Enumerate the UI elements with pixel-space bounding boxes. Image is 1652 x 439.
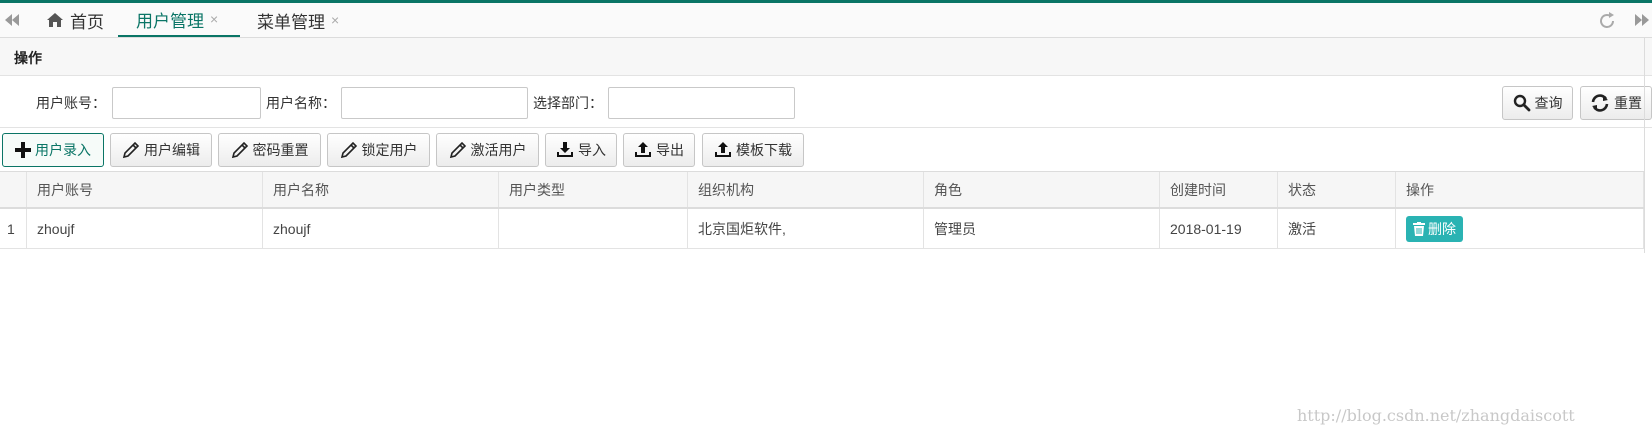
cell-account: zhoujf xyxy=(27,209,263,248)
department-input[interactable] xyxy=(608,87,795,119)
account-input[interactable] xyxy=(112,87,261,119)
home-icon xyxy=(47,13,63,27)
tab-bar: 首页 用户管理 × 菜单管理 × xyxy=(0,0,1652,38)
button-label: 重置 xyxy=(1614,95,1642,111)
row-number: 1 xyxy=(0,209,27,248)
lock-user-button[interactable]: 锁定用户 xyxy=(327,133,430,167)
tab-user-management[interactable]: 用户管理 × xyxy=(118,3,240,37)
tab-close-icon[interactable]: × xyxy=(210,11,218,27)
reset-button[interactable]: 重置 xyxy=(1580,86,1652,120)
cell-username: zhoujf xyxy=(263,209,499,248)
button-label: 用户录入 xyxy=(35,142,91,158)
tab-label: 菜单管理 xyxy=(257,12,325,32)
button-label: 导入 xyxy=(578,142,606,158)
cell-actions: 删除 xyxy=(1396,209,1644,248)
search-form: 用户账号： 用户名称： 选择部门： 查询 重置 xyxy=(0,77,1652,127)
tab-close-icon[interactable]: × xyxy=(331,12,339,28)
button-label: 模板下载 xyxy=(736,142,792,158)
username-label: 用户名称： xyxy=(266,95,336,111)
button-label: 查询 xyxy=(1534,95,1563,111)
pencil-icon xyxy=(340,141,357,159)
account-label: 用户账号： xyxy=(36,95,106,111)
username-input[interactable] xyxy=(341,87,528,119)
pencil-icon xyxy=(231,141,248,159)
export-button[interactable]: 导出 xyxy=(623,133,695,167)
column-header[interactable]: 用户账号 xyxy=(27,172,263,207)
button-label: 锁定用户 xyxy=(361,142,418,158)
cell-organization: 北京国炬软件, xyxy=(688,209,924,248)
table-row[interactable]: 1 zhoujf zhoujf 北京国炬软件, 管理员 2018-01-19 激… xyxy=(0,209,1644,249)
activate-user-button[interactable]: 激活用户 xyxy=(436,133,539,167)
search-icon xyxy=(1513,94,1530,112)
watermark: http://blog.csdn.net/zhangdaiscott xyxy=(1297,406,1575,425)
column-header: 操作 xyxy=(1396,172,1644,207)
button-label: 删除 xyxy=(1428,220,1456,237)
tab-label: 首页 xyxy=(70,12,104,32)
import-button[interactable]: 导入 xyxy=(545,133,617,167)
operation-panel-header: 操作 xyxy=(0,38,1652,76)
pencil-icon xyxy=(449,141,466,159)
cell-created-time: 2018-01-19 xyxy=(1160,209,1278,248)
tab-label: 用户管理 xyxy=(136,11,204,31)
button-label: 导出 xyxy=(656,142,684,158)
column-header[interactable]: 状态 xyxy=(1278,172,1396,207)
column-header[interactable]: 角色 xyxy=(924,172,1160,207)
pencil-icon xyxy=(122,141,140,159)
button-label: 用户编辑 xyxy=(144,142,200,158)
tab-home[interactable]: 首页 xyxy=(46,3,104,37)
download-icon xyxy=(557,142,573,157)
department-label: 选择部门： xyxy=(533,95,603,111)
cell-status: 激活 xyxy=(1278,209,1396,248)
reset-password-button[interactable]: 密码重置 xyxy=(218,133,321,167)
tab-menu-management[interactable]: 菜单管理 × xyxy=(257,3,339,37)
panel-title: 操作 xyxy=(14,50,42,66)
cell-role: 管理员 xyxy=(924,209,1160,248)
table-header: 用户账号 用户名称 用户类型 组织机构 角色 创建时间 状态 操作 xyxy=(0,171,1644,209)
action-toolbar: 用户录入 用户编辑 密码重置 锁定用户 激活用户 导入 导出 模板下载 xyxy=(0,127,1652,171)
row-number-header xyxy=(0,172,27,207)
button-label: 激活用户 xyxy=(470,142,527,158)
column-header[interactable]: 用户名称 xyxy=(263,172,499,207)
template-download-button[interactable]: 模板下载 xyxy=(702,133,804,167)
upload-icon xyxy=(635,142,651,157)
user-table: 用户账号 用户名称 用户类型 组织机构 角色 创建时间 状态 操作 1 zhou… xyxy=(0,171,1644,249)
delete-button[interactable]: 删除 xyxy=(1406,215,1463,242)
column-header[interactable]: 用户类型 xyxy=(499,172,688,207)
cell-user-type xyxy=(499,209,688,248)
column-header[interactable]: 创建时间 xyxy=(1160,172,1278,207)
button-label: 密码重置 xyxy=(252,142,309,158)
trash-icon xyxy=(1413,221,1425,236)
tab-scroll-right-icon[interactable] xyxy=(1632,9,1652,31)
refresh-icon[interactable] xyxy=(1597,11,1617,31)
plus-icon xyxy=(15,142,31,158)
refresh-icon xyxy=(1591,94,1609,112)
add-user-button[interactable]: 用户录入 xyxy=(2,133,104,167)
panel-right-border xyxy=(1644,38,1652,253)
tab-scroll-left-icon[interactable] xyxy=(2,9,22,31)
column-header[interactable]: 组织机构 xyxy=(688,172,924,207)
query-button[interactable]: 查询 xyxy=(1502,86,1573,120)
upload-icon xyxy=(715,142,731,157)
edit-user-button[interactable]: 用户编辑 xyxy=(110,133,212,167)
